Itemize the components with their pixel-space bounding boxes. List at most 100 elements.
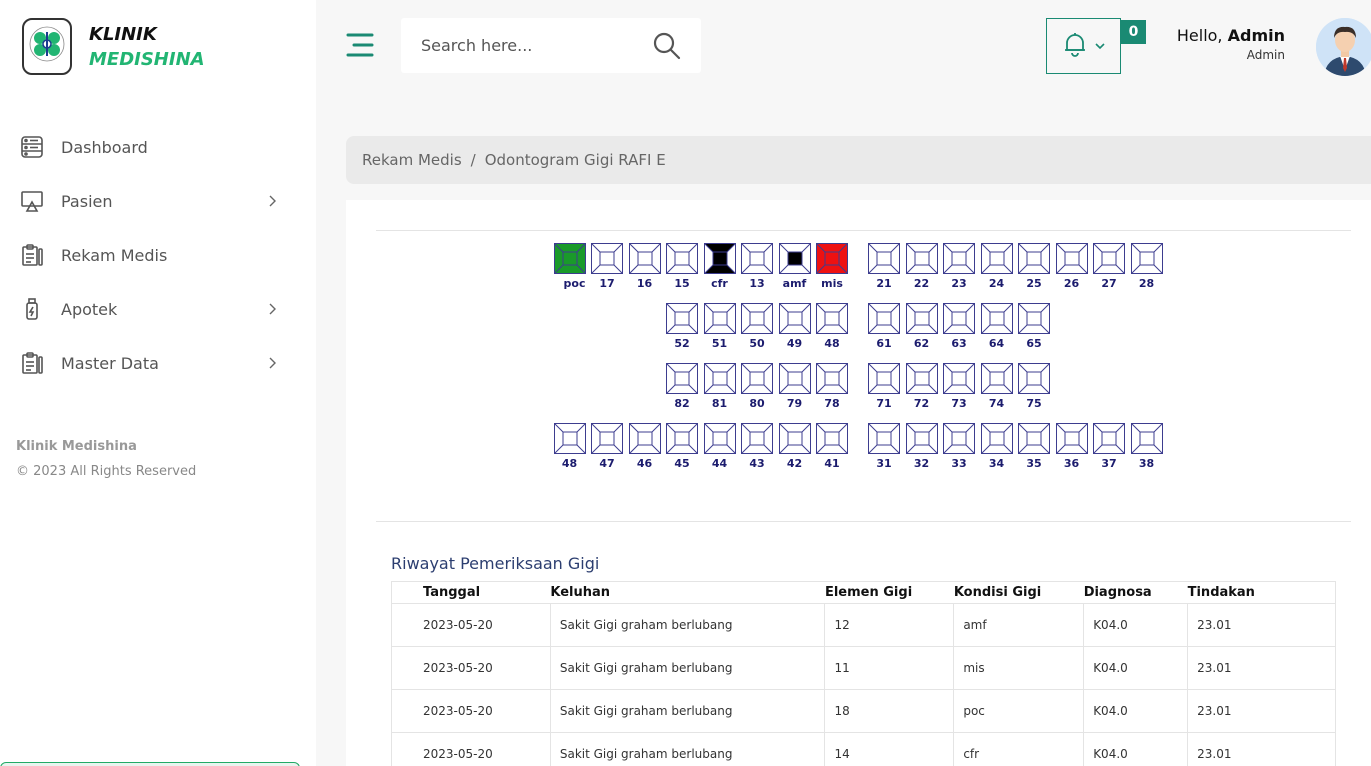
- tooth-number-label: 47: [599, 457, 615, 470]
- app-name-line2: MEDISHINA: [89, 48, 205, 70]
- search-input[interactable]: [421, 36, 651, 55]
- sidebar-footer: Klinik Medishina © 2023 All Rights Reser…: [16, 434, 196, 484]
- tooth-46[interactable]: [628, 423, 661, 454]
- tooth-number-label: 25: [1026, 277, 1042, 290]
- tooth-number-label: 50: [749, 337, 765, 350]
- tooth-number-label: amf: [782, 277, 807, 290]
- tooth-number-label: 45: [674, 457, 690, 470]
- tooth-26[interactable]: [1055, 243, 1088, 274]
- tooth-45[interactable]: [666, 423, 698, 454]
- hamburger-menu-icon[interactable]: [346, 32, 374, 58]
- tooth-63[interactable]: [943, 303, 975, 334]
- sidebar-item-apotek[interactable]: Apotek: [0, 282, 316, 336]
- cell-diagnosis: K04.0: [1083, 732, 1188, 766]
- tooth-number-label: 16: [636, 277, 653, 290]
- tooth-48[interactable]: [816, 303, 848, 334]
- search-icon[interactable]: [653, 32, 681, 60]
- tooth-47[interactable]: [591, 423, 623, 454]
- tooth-52[interactable]: [666, 303, 698, 334]
- column-header: Diagnosa: [1083, 581, 1188, 604]
- clipboard-icon: [20, 351, 44, 375]
- tooth-80[interactable]: [741, 363, 773, 394]
- tooth-32[interactable]: [905, 423, 938, 454]
- tooth-number-label: 48: [824, 337, 840, 350]
- tooth-21[interactable]: [868, 243, 900, 274]
- avatar[interactable]: [1316, 18, 1371, 76]
- tooth-23[interactable]: [943, 243, 975, 274]
- cell-date: 2023-05-20: [391, 689, 551, 733]
- tooth-51[interactable]: [703, 303, 736, 334]
- tooth-81[interactable]: [703, 363, 736, 394]
- tooth-amf[interactable]: [778, 243, 811, 274]
- tooth-65[interactable]: [1018, 303, 1050, 334]
- tooth-15[interactable]: [666, 243, 698, 274]
- tooth-number-label: 80: [749, 397, 765, 410]
- sidebar-item-rekam-medis[interactable]: Rekam Medis: [0, 228, 316, 282]
- sidebar-item-master-data[interactable]: Master Data: [0, 336, 316, 390]
- tooth-78[interactable]: [816, 363, 848, 394]
- tooth-mis[interactable]: [816, 243, 848, 274]
- tooth-24[interactable]: [980, 243, 1013, 274]
- tooth-36[interactable]: [1055, 423, 1088, 454]
- cell-tooth-condition: cfr: [953, 732, 1084, 766]
- tooth-44[interactable]: [703, 423, 736, 454]
- tooth-49[interactable]: [778, 303, 811, 334]
- notification-button[interactable]: [1046, 18, 1121, 74]
- breadcrumb-parent-link[interactable]: Rekam Medis: [362, 151, 462, 169]
- tooth-number-label: 42: [786, 457, 803, 470]
- tooth-75[interactable]: [1018, 363, 1050, 394]
- tooth-62[interactable]: [905, 303, 938, 334]
- tooth-number-label: 79: [786, 397, 803, 410]
- tooth-48[interactable]: [553, 423, 586, 454]
- tooth-50[interactable]: [741, 303, 773, 334]
- tooth-number-label: 73: [951, 397, 967, 410]
- tooth-25[interactable]: [1018, 243, 1050, 274]
- tooth-79[interactable]: [778, 363, 811, 394]
- history-table: Tanggal Keluhan Elemen Gigi Kondisi Gigi…: [391, 581, 1336, 766]
- tooth-33[interactable]: [943, 423, 975, 454]
- cell-complaint: Sakit Gigi graham berlubang: [549, 646, 825, 690]
- tooth-number-label: 24: [988, 277, 1005, 290]
- tooth-82[interactable]: [666, 363, 698, 394]
- tooth-64[interactable]: [980, 303, 1013, 334]
- tooth-27[interactable]: [1093, 243, 1125, 274]
- tooth-number-label: 35: [1026, 457, 1042, 470]
- tooth-28[interactable]: [1130, 243, 1163, 274]
- tooth-38[interactable]: [1130, 423, 1163, 454]
- tooth-41[interactable]: [816, 423, 848, 454]
- cell-complaint: Sakit Gigi graham berlubang: [549, 689, 825, 733]
- footer-copyright: © 2023 All Rights Reserved: [16, 464, 197, 479]
- tooth-74[interactable]: [980, 363, 1013, 394]
- tooth-34[interactable]: [980, 423, 1013, 454]
- tooth-35[interactable]: [1018, 423, 1050, 454]
- tooth-22[interactable]: [905, 243, 938, 274]
- tooth-43[interactable]: [741, 423, 773, 454]
- tooth-number-label: 71: [876, 397, 892, 410]
- sidebar-item-pasien[interactable]: Pasien: [0, 174, 316, 228]
- app-logo[interactable]: KLINIK MEDISHINA: [22, 18, 205, 75]
- column-header: Kondisi Gigi: [953, 581, 1084, 604]
- cell-tooth-element: 14: [824, 732, 954, 766]
- tooth-17[interactable]: [591, 243, 623, 274]
- sidebar-item-dashboard[interactable]: Dashboard: [0, 120, 316, 174]
- tooth-71[interactable]: [868, 363, 900, 394]
- tooth-37[interactable]: [1093, 423, 1125, 454]
- tooth-42[interactable]: [778, 423, 811, 454]
- tooth-number-label: 75: [1026, 397, 1042, 410]
- cell-complaint: Sakit Gigi graham berlubang: [549, 732, 825, 766]
- tooth-poc[interactable]: [553, 243, 586, 274]
- column-header: Tanggal: [391, 581, 551, 604]
- tooth-number-label: 52: [674, 337, 690, 350]
- tooth-16[interactable]: [628, 243, 661, 274]
- user-greeting[interactable]: Hello, Admin Admin: [1177, 26, 1285, 62]
- tooth-61[interactable]: [868, 303, 900, 334]
- tooth-number-label: 78: [824, 397, 840, 410]
- sidebar-item-label: Pasien: [61, 191, 113, 211]
- tooth-number-label: 74: [988, 397, 1005, 410]
- tooth-72[interactable]: [905, 363, 938, 394]
- tooth-31[interactable]: [868, 423, 900, 454]
- tooth-number-label: 49: [786, 337, 803, 350]
- tooth-cfr[interactable]: [703, 243, 736, 274]
- tooth-13[interactable]: [741, 243, 773, 274]
- tooth-73[interactable]: [943, 363, 975, 394]
